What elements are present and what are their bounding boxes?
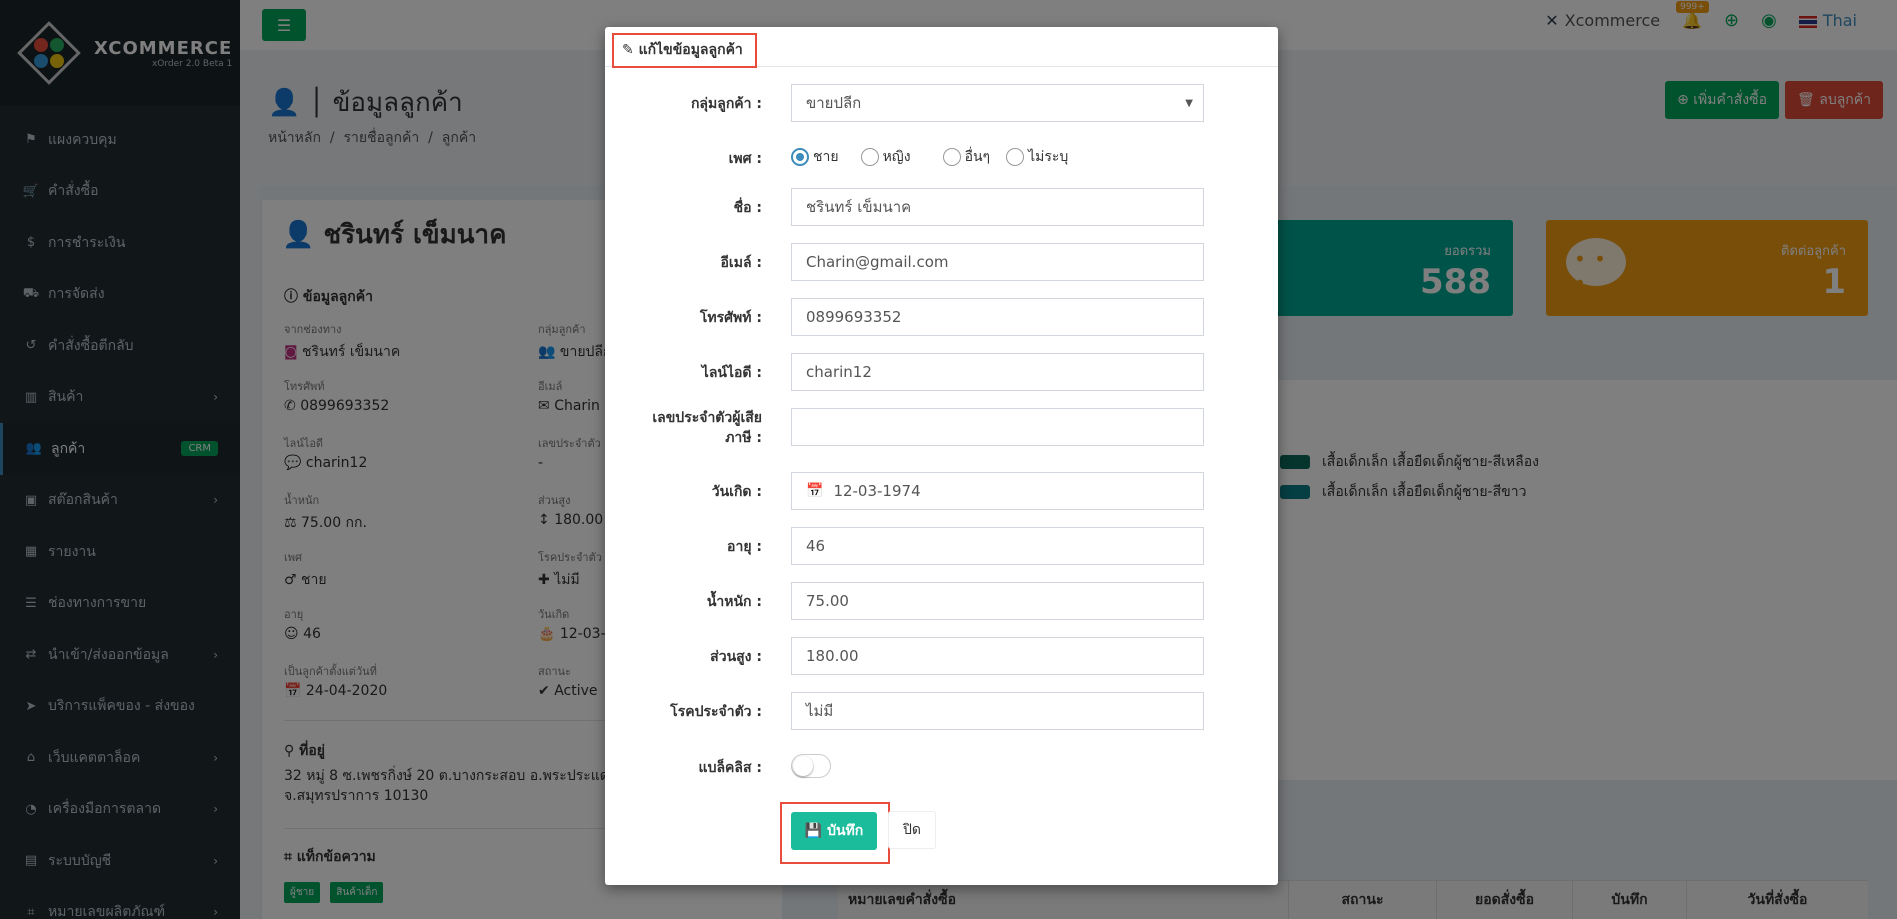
blacklist-toggle[interactable] xyxy=(791,754,831,778)
phone-label: โทรศัพท์ : xyxy=(699,310,762,326)
edit-customer-modal: ✎ แก้ไขข้อมูลลูกค้า กลุ่มลูกค้า : ขายปลี… xyxy=(605,27,1278,885)
tax-id-label: เลขประจำตัวผู้เสีย ภาษี : xyxy=(652,410,762,446)
calendar-icon: 📅 xyxy=(806,483,824,499)
name-input[interactable]: ชรินทร์ เข็มนาค xyxy=(791,188,1204,226)
email-input[interactable]: Charin@gmail.com xyxy=(791,243,1204,281)
gender-radio-other[interactable]: อื่นๆ xyxy=(942,146,990,168)
gender-radio-male[interactable]: ชาย xyxy=(791,146,839,168)
line-id-label: ไลน์ไอดี : xyxy=(701,365,762,381)
gender-radio-unspecified[interactable]: ไม่ระบุ xyxy=(1006,146,1068,168)
name-label: ชื่อ : xyxy=(733,200,762,216)
caret-down-icon: ▼ xyxy=(1185,97,1193,109)
disease-input[interactable]: ไม่มี xyxy=(791,692,1204,730)
gender-radio-female[interactable]: หญิง xyxy=(860,146,911,168)
tax-id-input[interactable] xyxy=(791,408,1204,446)
modal-title: แก้ไขข้อมูลลูกค้า xyxy=(638,42,743,58)
group-label: กลุ่มลูกค้า : xyxy=(690,96,762,112)
weight-input[interactable]: 75.00 xyxy=(791,582,1204,620)
pencil-icon: ✎ xyxy=(622,42,634,58)
disease-label: โรคประจำตัว : xyxy=(670,704,762,720)
gender-radio-group: ชาย หญิง อื่นๆ ไม่ระบุ xyxy=(791,146,1068,168)
blacklist-label: แบล็คลิส : xyxy=(698,760,762,776)
phone-input[interactable]: 0899693352 xyxy=(791,298,1204,336)
age-input[interactable]: 46 xyxy=(791,527,1204,565)
floppy-icon: 💾 xyxy=(804,823,823,839)
email-label: อีเมล์ : xyxy=(720,255,762,271)
customer-group-select[interactable]: ขายปลีก ▼ xyxy=(791,84,1204,122)
gender-label: เพศ : xyxy=(728,151,762,167)
line-id-input[interactable]: charin12 xyxy=(791,353,1204,391)
birthday-input[interactable]: 📅 12-03-1974 xyxy=(791,472,1204,510)
birthday-label: วันเกิด : xyxy=(711,484,762,500)
age-label: อายุ : xyxy=(727,539,762,555)
weight-label: น้ำหนัก : xyxy=(706,594,762,610)
close-button[interactable]: ปิด xyxy=(888,811,936,849)
height-input[interactable]: 180.00 xyxy=(791,637,1204,675)
height-label: ส่วนสูง : xyxy=(710,649,762,665)
save-button-highlight: 💾 บันทึก xyxy=(780,802,890,864)
save-button[interactable]: 💾 บันทึก xyxy=(791,812,877,850)
